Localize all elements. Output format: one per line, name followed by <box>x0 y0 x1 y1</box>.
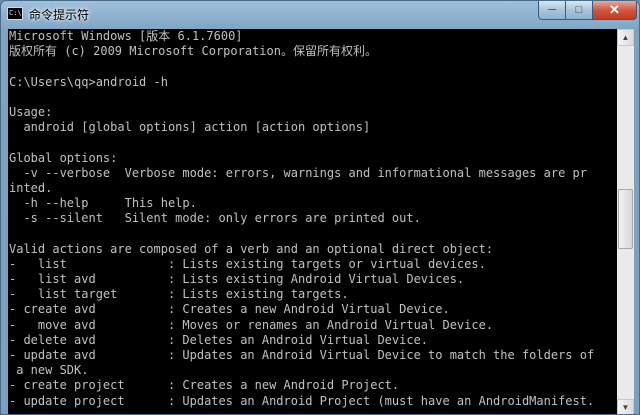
console-line: a new SDK. <box>9 363 89 378</box>
vertical-scrollbar[interactable]: ▲ ▼ <box>617 29 634 414</box>
scroll-up-button[interactable]: ▲ <box>617 29 634 46</box>
console-line: inted. <box>9 180 53 195</box>
console-line: - move avd : Moves or renames an Android… <box>9 317 494 332</box>
close-button[interactable]: ✕ <box>593 1 637 20</box>
maximize-icon: □ <box>575 4 583 16</box>
console-line: -h --help This help. <box>9 196 197 211</box>
minimize-button[interactable]: ─ <box>538 1 566 20</box>
console-output[interactable]: Microsoft Windows [版本 6.1.7600] 版权所有 (c)… <box>8 29 614 414</box>
console-icon[interactable]: C:\ <box>7 7 23 20</box>
console-line: Valid actions are composed of a verb and… <box>9 241 494 256</box>
console-line: -v --verbose Verbose mode: errors, warni… <box>9 165 587 180</box>
window-controls: ─ □ ✕ <box>538 1 637 21</box>
console-line: - list target : Lists existing targets. <box>9 287 349 302</box>
scroll-down-button[interactable]: ▼ <box>617 399 634 414</box>
minimize-icon: ─ <box>548 4 556 16</box>
console-line: C:\Users\qq>android -h <box>9 74 168 89</box>
console-line: - update project : Updates an Android Pr… <box>9 393 595 408</box>
console-line: - delete avd : Deletes an Android Virtua… <box>9 332 429 347</box>
console-line: - update avd : Updates an Android Virtua… <box>9 347 595 362</box>
window-title: 命令提示符 <box>29 8 90 22</box>
command-prompt-window: C:\ 命令提示符 ─ □ ✕ Microsoft Windows [版本 6.… <box>0 0 640 415</box>
maximize-button[interactable]: □ <box>566 1 593 20</box>
console-line: - list : Lists existing targets or virtu… <box>9 256 486 271</box>
console-line: - create avd : Creates a new Android Vir… <box>9 302 450 317</box>
console-line: - create project : Creates a new Android… <box>9 378 400 393</box>
console-line: Microsoft Windows [版本 6.1.7600] <box>9 29 243 43</box>
title-bar[interactable]: C:\ 命令提示符 ─ □ ✕ <box>1 1 639 29</box>
console-line: Global options: <box>9 150 118 165</box>
scrollbar-thumb[interactable] <box>618 189 633 249</box>
console-line: android [global options] action [action … <box>9 120 371 135</box>
console-line: Usage: <box>9 104 53 119</box>
console-line: 版权所有 (c) 2009 Microsoft Corporation。保留所有… <box>9 44 377 59</box>
console-line: - list avd : Lists existing Android Virt… <box>9 272 465 286</box>
close-icon: ✕ <box>609 2 620 17</box>
console-area[interactable]: Microsoft Windows [版本 6.1.7600] 版权所有 (c)… <box>8 29 634 414</box>
console-line: -s --silent Silent mode: only errors are… <box>9 211 421 226</box>
